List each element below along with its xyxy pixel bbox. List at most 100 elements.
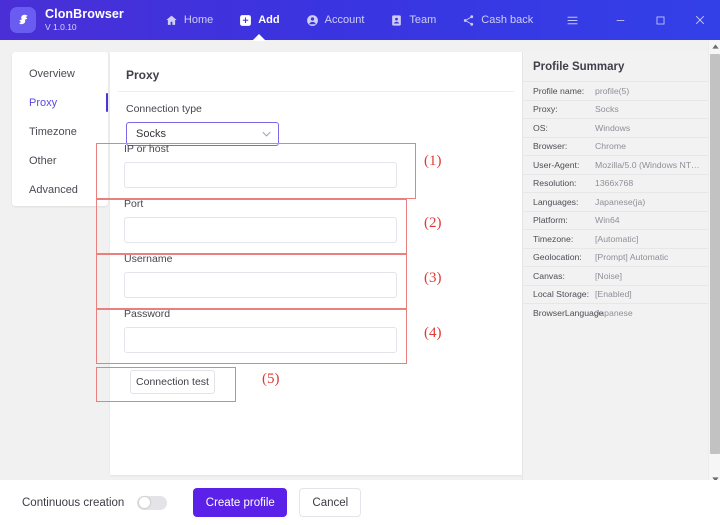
continuous-creation-label: Continuous creation xyxy=(22,496,125,509)
team-icon xyxy=(390,14,403,27)
annotation-label-1: (1) xyxy=(424,153,442,169)
close-button[interactable] xyxy=(680,0,720,40)
profile-summary-panel: Profile Summary Profile name: profile(5)… xyxy=(522,52,708,480)
summary-row-proxy: Proxy: Socks xyxy=(523,99,708,119)
chevron-down-icon xyxy=(262,130,271,139)
active-indicator-bar xyxy=(105,93,108,112)
minimize-button[interactable] xyxy=(600,0,640,40)
brand: ClonBrowser V 1.0.10 xyxy=(45,8,124,31)
summary-key: Timezone: xyxy=(533,233,574,244)
summary-row-profile-name: Profile name: profile(5) xyxy=(523,81,708,100)
nav-item-add-label: Add xyxy=(258,14,280,26)
nav-item-team-label: Team xyxy=(409,14,437,26)
summary-row-browser: Browser: Chrome xyxy=(523,136,708,156)
summary-key: BrowserLanguage xyxy=(533,307,604,318)
menu-button[interactable] xyxy=(552,0,592,40)
summary-row-platform: Platform: Win64 xyxy=(523,210,708,230)
summary-key: User-Agent: xyxy=(533,159,580,170)
summary-key: Proxy: xyxy=(533,104,558,115)
summary-value: Chrome xyxy=(595,141,626,152)
main-nav: Home Add Account Team Cash back xyxy=(152,0,546,41)
title-bar: ClonBrowser V 1.0.10 Home Add Account Te… xyxy=(0,0,720,41)
brand-version: V 1.0.10 xyxy=(45,21,77,32)
summary-key: OS: xyxy=(533,122,548,133)
summary-value: Japanese(ja) xyxy=(595,196,646,207)
annotation-label-3: (3) xyxy=(424,270,442,286)
annotation-box-4 xyxy=(96,309,407,364)
annotation-box-3 xyxy=(96,254,407,309)
annotation-label-2: (2) xyxy=(424,215,442,231)
summary-key: Resolution: xyxy=(533,178,577,189)
annotation-box-1 xyxy=(96,143,416,199)
sidebar-item-timezone-label: Timezone xyxy=(29,125,77,138)
summary-value: Win64 xyxy=(595,215,620,226)
summary-row-browser-language: BrowserLanguage Japanese xyxy=(523,303,708,322)
summary-row-os: OS: Windows xyxy=(523,118,708,137)
window-controls xyxy=(552,0,720,40)
scrollbar-thumb[interactable] xyxy=(710,54,720,454)
profile-summary-title: Profile Summary xyxy=(533,61,625,73)
sidebar-item-overview-label: Overview xyxy=(29,67,75,80)
connection-type-group: Connection type Socks xyxy=(110,92,522,146)
sidebar-item-timezone[interactable]: Timezone xyxy=(12,117,108,146)
summary-row-timezone: Timezone: [Automatic] xyxy=(523,229,708,248)
continuous-creation-toggle[interactable] xyxy=(137,495,168,510)
sidebar-item-advanced[interactable]: Advanced xyxy=(12,175,108,204)
summary-row-canvas: Canvas: [Noise] xyxy=(523,266,708,285)
nav-item-account-label: Account xyxy=(324,14,365,26)
summary-row-languages: Languages: Japanese(ja) xyxy=(523,192,708,211)
summary-key: Languages: xyxy=(533,196,579,207)
nav-item-team[interactable]: Team xyxy=(377,0,449,40)
summary-row-local-storage: Local Storage: [Enabled] xyxy=(523,284,708,304)
summary-value: 1366x768 xyxy=(595,178,634,189)
cancel-label: Cancel xyxy=(312,496,349,509)
home-icon xyxy=(165,14,178,27)
scroll-up-arrow-icon[interactable] xyxy=(709,40,720,52)
share-icon xyxy=(462,14,475,27)
summary-key: Browser: xyxy=(533,141,568,152)
nav-item-add[interactable]: Add xyxy=(226,0,292,41)
annotation-box-5 xyxy=(96,367,236,402)
summary-key: Local Storage: xyxy=(533,289,590,300)
page-title: Proxy xyxy=(118,68,514,92)
nav-item-home-label: Home xyxy=(183,14,214,26)
nav-item-account[interactable]: Account xyxy=(293,0,378,40)
summary-key: Canvas: xyxy=(533,270,565,281)
app-window: ClonBrowser V 1.0.10 Home Add Account Te… xyxy=(0,0,720,525)
summary-value: Windows xyxy=(595,122,631,133)
settings-sidebar: Overview Proxy Timezone Other Advanced xyxy=(12,52,108,206)
summary-row-user-agent: User-Agent: Mozilla/5.0 (Windows NT 1... xyxy=(523,155,708,174)
annotation-box-2 xyxy=(96,199,407,254)
nav-item-cash-back-label: Cash back xyxy=(481,14,534,26)
summary-value: Japanese xyxy=(595,307,633,318)
create-profile-button[interactable]: Create profile xyxy=(193,488,288,517)
sidebar-item-other[interactable]: Other xyxy=(12,146,108,175)
connection-type-value: Socks xyxy=(136,128,166,140)
maximize-button[interactable] xyxy=(640,0,680,40)
sidebar-item-other-label: Other xyxy=(29,154,57,167)
toggle-knob xyxy=(138,497,150,508)
summary-row-geolocation: Geolocation: [Prompt] Automatic xyxy=(523,247,708,267)
account-icon xyxy=(306,14,319,27)
sidebar-item-overview[interactable]: Overview xyxy=(12,59,108,88)
nav-item-cash-back[interactable]: Cash back xyxy=(449,0,546,40)
summary-value: profile(5) xyxy=(595,85,630,96)
connection-type-label: Connection type xyxy=(126,103,202,115)
vertical-scrollbar[interactable] xyxy=(708,40,720,485)
cancel-button[interactable]: Cancel xyxy=(299,488,362,517)
summary-row-resolution: Resolution: 1366x768 xyxy=(523,173,708,193)
annotation-label-4: (4) xyxy=(424,325,442,341)
summary-key: Platform: xyxy=(533,215,568,226)
create-profile-label: Create profile xyxy=(205,496,275,509)
summary-value: [Prompt] Automatic xyxy=(595,252,669,263)
annotation-label-5: (5) xyxy=(262,371,280,387)
sidebar-item-proxy-label: Proxy xyxy=(29,96,58,109)
active-tab-caret-icon xyxy=(252,34,267,41)
nav-item-home[interactable]: Home xyxy=(152,0,226,40)
sidebar-item-advanced-label: Advanced xyxy=(29,183,78,196)
sidebar-item-proxy[interactable]: Proxy xyxy=(12,88,108,117)
clonbrowser-logo-icon xyxy=(10,7,36,33)
brand-name: ClonBrowser xyxy=(45,7,124,22)
add-icon xyxy=(239,14,252,27)
summary-key: Profile name: xyxy=(533,85,585,96)
